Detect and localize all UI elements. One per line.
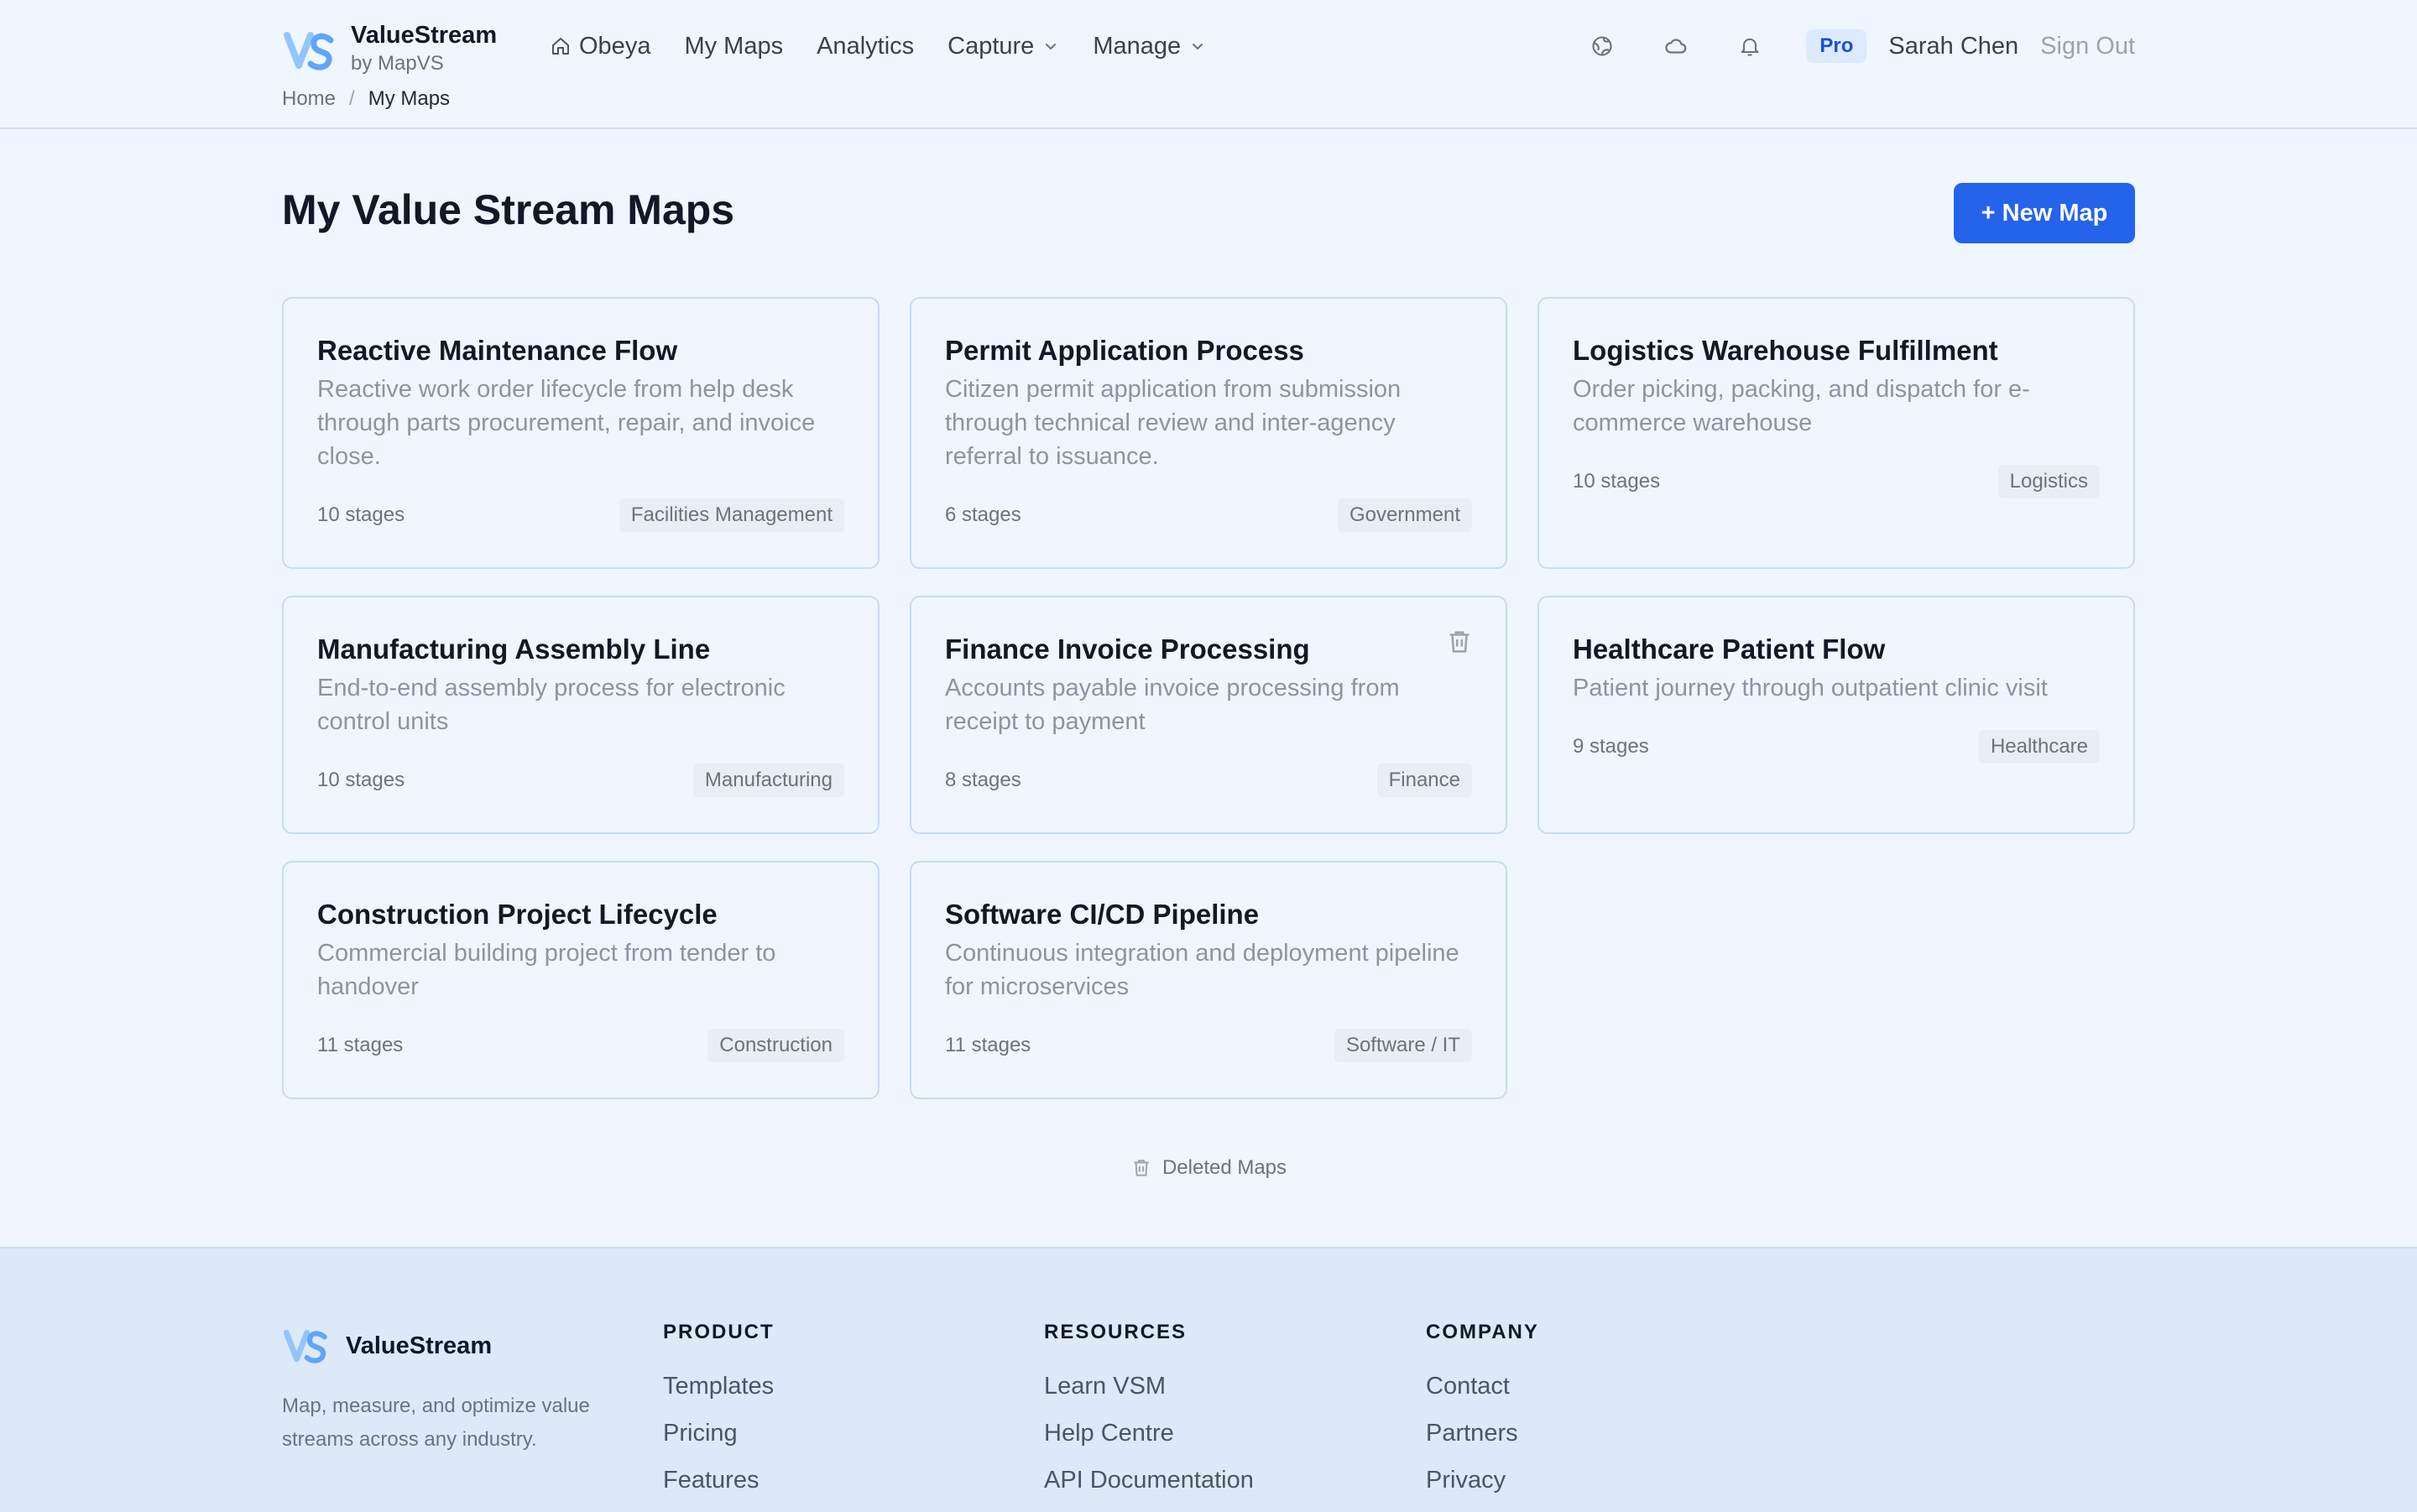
nav-item-label: Analytics <box>817 32 915 60</box>
breadcrumb: Home / My Maps <box>282 87 450 111</box>
map-card-manufacturing-assembly[interactable]: Manufacturing Assembly Line End-to-end a… <box>282 596 880 834</box>
home-icon <box>552 38 569 55</box>
nav-item-capture[interactable]: Capture <box>947 33 1059 60</box>
nav-item-label: Obeya <box>579 32 651 60</box>
map-card-description: Order picking, packing, and dispatch for… <box>1573 376 2030 436</box>
map-card-category-tag: Software / IT <box>1334 1029 1472 1062</box>
map-card-permit-application[interactable]: Permit Application Process Citizen permi… <box>910 297 1507 569</box>
bell-icon <box>1741 38 1759 56</box>
footer-column-product: PRODUCT Templates Pricing Features <box>663 1319 775 1504</box>
map-card-reactive-maintenance[interactable]: Reactive Maintenance Flow Reactive work … <box>282 297 880 569</box>
nav-item-my-maps[interactable]: My Maps <box>684 33 783 60</box>
map-card-stages: 6 stages <box>945 503 1021 526</box>
sync-button[interactable] <box>1655 25 1697 67</box>
sign-out-link[interactable]: Sign Out <box>2040 33 2135 60</box>
map-card-construction-project[interactable]: Construction Project Lifecycle Commercia… <box>282 861 880 1099</box>
brand-subtitle: by MapVS <box>351 52 444 75</box>
nav-item-obeya[interactable]: Obeya <box>551 33 650 60</box>
nav-item-analytics[interactable]: Analytics <box>817 33 914 60</box>
map-card-description: Citizen permit application from submissi… <box>945 376 1402 470</box>
map-card-stages: 11 stages <box>945 1034 1031 1056</box>
footer-link-pricing[interactable]: Pricing <box>663 1410 775 1457</box>
nav-item-label: My Maps <box>684 32 784 60</box>
map-card-description: Continuous integration and deployment pi… <box>945 940 1459 1000</box>
trash-icon <box>1134 1160 1149 1176</box>
footer-link-help-centre[interactable]: Help Centre <box>1044 1410 1254 1457</box>
deleted-maps-label: Deleted Maps <box>1162 1156 1287 1179</box>
footer-column-heading: PRODUCT <box>663 1321 775 1343</box>
footer-column-resources: RESOURCES Learn VSM Help Centre API Docu… <box>1044 1319 1254 1504</box>
footer-link-learn-vsm[interactable]: Learn VSM <box>1044 1363 1254 1410</box>
map-card-category-tag: Construction <box>707 1029 844 1062</box>
nav-item-label: Manage <box>1093 32 1182 60</box>
map-card-stages: 9 stages <box>1573 735 1649 758</box>
brand-name: ValueStream <box>351 22 498 49</box>
breadcrumb-home[interactable]: Home <box>282 87 336 111</box>
map-card-logistics-warehouse[interactable]: Logistics Warehouse Fulfillment Order pi… <box>1537 297 2135 569</box>
nav-item-label: Capture <box>947 32 1035 60</box>
map-card-category-tag: Finance <box>1376 764 1472 797</box>
footer-link-privacy[interactable]: Privacy <box>1426 1457 1539 1504</box>
footer-link-contact[interactable]: Contact <box>1426 1363 1539 1410</box>
brand[interactable]: ValueStream by MapVS <box>282 20 497 77</box>
map-card-finance-invoice[interactable]: Finance Invoice Processing Accounts paya… <box>910 596 1507 834</box>
nav-item-manage[interactable]: Manage <box>1093 33 1206 60</box>
map-card-title: Reactive Maintenance Flow <box>317 335 678 366</box>
language-button[interactable] <box>1581 25 1623 67</box>
map-card-description: Accounts payable invoice processing from… <box>945 675 1400 735</box>
plan-badge: Pro <box>1806 29 1867 63</box>
footer-link-partners[interactable]: Partners <box>1426 1410 1539 1457</box>
deleted-maps-link[interactable]: Deleted Maps <box>0 1156 2417 1180</box>
footer-brand-name: ValueStream <box>346 1332 493 1359</box>
footer-column-company: COMPANY Contact Partners Privacy <box>1426 1319 1539 1504</box>
page-title: My Value Stream Maps <box>282 186 735 233</box>
top-header: ValueStream by MapVS Obeya My Maps Analy… <box>0 0 2417 129</box>
map-card-stages: 10 stages <box>317 503 405 526</box>
breadcrumb-separator: / <box>349 87 355 110</box>
map-card-title: Permit Application Process <box>945 335 1304 366</box>
map-card-category-tag: Logistics <box>1997 465 2100 498</box>
cloud-icon <box>1665 39 1687 54</box>
valuestream-logo-icon <box>283 1329 327 1363</box>
map-card-category-tag: Facilities Management <box>619 498 844 532</box>
footer-tagline: Map, measure, and optimize value streams… <box>282 1395 590 1451</box>
map-card-title: Finance Invoice Processing <box>945 633 1310 665</box>
map-card-title: Healthcare Patient Flow <box>1573 633 1886 665</box>
breadcrumb-current: My Maps <box>368 87 451 110</box>
map-card-description: End-to-end assembly process for electron… <box>317 675 786 735</box>
globe-icon <box>1592 36 1612 56</box>
user-name[interactable]: Sarah Chen <box>1888 33 2018 60</box>
chevron-down-icon <box>1193 44 1203 50</box>
map-card-stages: 11 stages <box>317 1034 404 1056</box>
main-nav: Obeya My Maps Analytics Capture Manage <box>551 25 1240 67</box>
header-actions: Pro Sarah Chen Sign Out <box>1549 25 2135 67</box>
map-card-category-tag: Government <box>1337 498 1472 532</box>
map-card-stages: 10 stages <box>1573 470 1661 493</box>
map-card-stages: 10 stages <box>317 769 405 791</box>
map-card-title: Logistics Warehouse Fulfillment <box>1573 335 1998 366</box>
footer-link-api-docs[interactable]: API Documentation <box>1044 1457 1254 1504</box>
footer-brand[interactable]: ValueStream <box>282 1322 492 1369</box>
map-card-description: Reactive work order lifecycle from help … <box>317 376 816 470</box>
map-card-category-tag: Healthcare <box>1978 730 2100 764</box>
map-card-title: Manufacturing Assembly Line <box>317 633 711 665</box>
footer-column-heading: RESOURCES <box>1044 1321 1188 1343</box>
new-map-button[interactable]: + New Map <box>1954 183 2135 243</box>
map-card-stages: 8 stages <box>945 769 1021 791</box>
page-footer: ValueStream Map, measure, and optimize v… <box>0 1247 2417 1512</box>
map-card-description: Patient journey through outpatient clini… <box>1573 675 2048 701</box>
map-card-title: Software CI/CD Pipeline <box>945 899 1260 930</box>
map-card-software-cicd[interactable]: Software CI/CD Pipeline Continuous integ… <box>910 861 1507 1099</box>
map-card-healthcare-patient[interactable]: Healthcare Patient Flow Patient journey … <box>1537 596 2135 834</box>
footer-column-heading: COMPANY <box>1426 1321 1539 1343</box>
delete-map-button[interactable] <box>1445 628 1474 656</box>
footer-link-features[interactable]: Features <box>663 1457 775 1504</box>
map-card-category-tag: Manufacturing <box>692 764 844 797</box>
chevron-down-icon <box>1046 44 1057 50</box>
footer-link-templates[interactable]: Templates <box>663 1363 775 1410</box>
map-card-description: Commercial building project from tender … <box>317 940 776 1000</box>
notifications-button[interactable] <box>1729 25 1771 67</box>
map-card-title: Construction Project Lifecycle <box>317 899 718 930</box>
valuestream-logo-icon <box>284 32 334 70</box>
